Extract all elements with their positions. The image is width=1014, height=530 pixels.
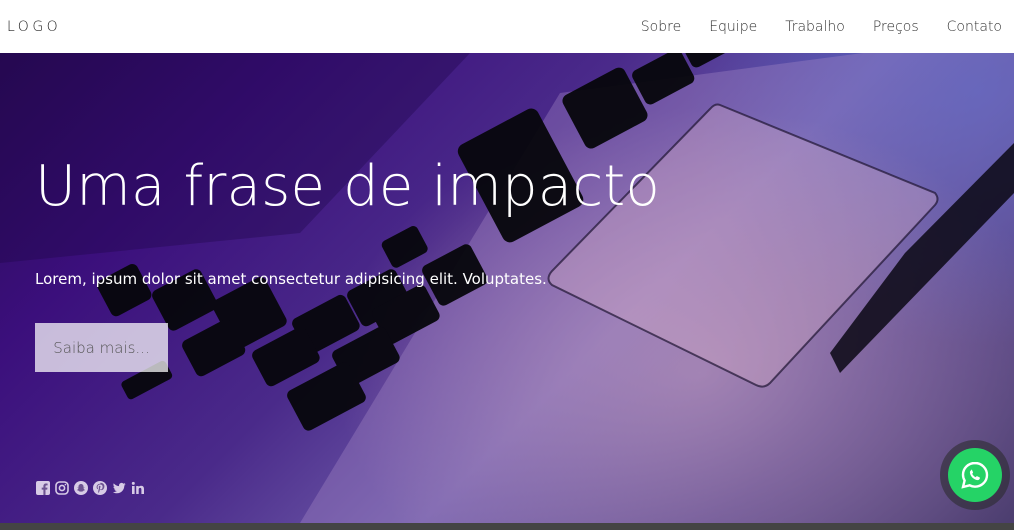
instagram-icon[interactable]: [54, 480, 69, 495]
menu-item-contato[interactable]: Contato: [947, 19, 1002, 35]
snapchat-icon[interactable]: [73, 480, 88, 495]
menu-item-sobre[interactable]: Sobre: [641, 19, 681, 35]
main-menu: Sobre Equipe Trabalho Preços Contato: [613, 19, 1002, 35]
hero-title: Uma frase de impacto: [35, 154, 660, 219]
social-links: [35, 480, 145, 495]
logo[interactable]: LOGO: [7, 19, 61, 35]
hero-subtitle: Lorem, ipsum dolor sit amet consectetur …: [35, 270, 547, 288]
menu-item-trabalho[interactable]: Trabalho: [785, 19, 845, 35]
pinterest-icon[interactable]: [92, 480, 107, 495]
whatsapp-floating-button[interactable]: [940, 440, 1010, 510]
page-bottom-bar: [0, 523, 1014, 530]
whatsapp-icon: [948, 448, 1002, 502]
learn-more-button[interactable]: Saiba mais...: [35, 323, 168, 372]
linkedin-icon[interactable]: [130, 480, 145, 495]
twitter-icon[interactable]: [111, 480, 126, 495]
menu-item-equipe[interactable]: Equipe: [709, 19, 757, 35]
hero-section: Uma frase de impacto Lorem, ipsum dolor …: [0, 53, 1014, 523]
menu-item-precos[interactable]: Preços: [873, 19, 919, 35]
facebook-icon[interactable]: [35, 480, 50, 495]
laptop-background-image: [0, 53, 1014, 523]
navbar: LOGO Sobre Equipe Trabalho Preços Contat…: [0, 0, 1014, 53]
